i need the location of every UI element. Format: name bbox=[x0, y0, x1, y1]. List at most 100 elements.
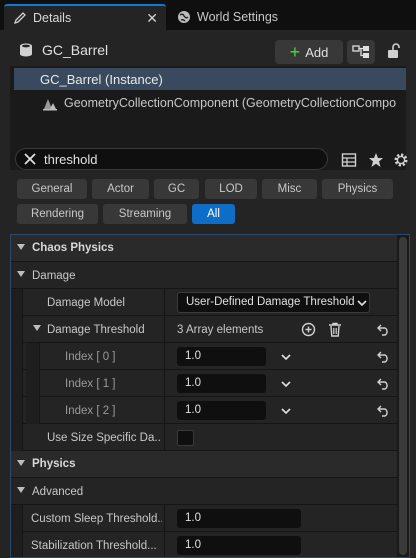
property-index-1: Index [ 1 ] 1.0 bbox=[11, 370, 397, 397]
tab-details[interactable]: Details ✕ bbox=[4, 4, 166, 30]
column-splitter[interactable] bbox=[164, 424, 165, 451]
column-splitter[interactable] bbox=[164, 397, 165, 424]
index-2-value-input[interactable]: 1.0 bbox=[177, 401, 266, 420]
filter-gc-button[interactable]: GC bbox=[154, 179, 199, 199]
category-title: Chaos Physics bbox=[32, 242, 114, 254]
indent-bar bbox=[11, 316, 23, 343]
expand-caret-icon bbox=[17, 244, 25, 250]
property-stabilization-threshold: Stabilization Threshold... 1.0 bbox=[11, 532, 397, 557]
property-damage-model: Damage Model User-Defined Damage Thresho… bbox=[11, 289, 397, 316]
subcategory-title: Damage bbox=[32, 270, 76, 282]
blueprint-button[interactable] bbox=[347, 40, 375, 64]
indent-bar bbox=[26, 370, 40, 397]
filter-streaming-button[interactable]: Streaming bbox=[103, 204, 187, 224]
chevron-down-icon[interactable] bbox=[281, 406, 291, 416]
array-count: 3 Array elements bbox=[177, 324, 264, 336]
category-chaos-physics[interactable]: Chaos Physics bbox=[11, 235, 397, 262]
column-splitter[interactable] bbox=[164, 289, 165, 316]
expand-caret-icon bbox=[17, 271, 25, 277]
reset-to-default-icon[interactable] bbox=[377, 378, 390, 390]
actor-header: GC_Barrel + Add bbox=[0, 34, 416, 64]
add-element-icon[interactable] bbox=[301, 322, 316, 337]
category-title: Physics bbox=[32, 458, 76, 470]
tab-details-label: Details bbox=[33, 11, 72, 25]
actor-name: GC_Barrel bbox=[42, 42, 109, 58]
table-view-icon[interactable] bbox=[341, 152, 357, 168]
pencil-icon bbox=[13, 11, 27, 25]
add-button-label: Add bbox=[305, 44, 329, 60]
favorites-star-icon[interactable] bbox=[368, 152, 384, 168]
reset-to-default-icon[interactable] bbox=[377, 351, 390, 363]
actor-icon bbox=[18, 42, 34, 58]
indent-bar bbox=[11, 397, 23, 424]
column-splitter[interactable] bbox=[164, 370, 165, 397]
indent-bar bbox=[11, 505, 23, 532]
globe-icon bbox=[177, 10, 191, 24]
dropdown-value: User-Defined Damage Threshold bbox=[186, 296, 355, 308]
subcategory-damage[interactable]: Damage bbox=[11, 262, 397, 289]
vertical-scrollbar[interactable] bbox=[399, 237, 407, 555]
category-physics[interactable]: Physics bbox=[11, 451, 397, 478]
geometry-collection-icon bbox=[42, 95, 58, 111]
close-tab-button[interactable]: ✕ bbox=[146, 10, 158, 27]
search-input[interactable] bbox=[44, 151, 304, 167]
expand-caret-icon[interactable] bbox=[33, 325, 41, 331]
column-splitter[interactable] bbox=[164, 532, 165, 557]
indent-bar bbox=[11, 370, 23, 397]
tab-world-settings[interactable]: World Settings bbox=[168, 4, 328, 30]
subcategory-title: Advanced bbox=[32, 486, 84, 498]
index-1-value-input[interactable]: 1.0 bbox=[177, 374, 266, 393]
column-splitter[interactable] bbox=[164, 505, 165, 532]
filter-physics-button[interactable]: Physics bbox=[322, 179, 393, 199]
chevron-down-icon[interactable] bbox=[281, 352, 291, 362]
component-child-row[interactable]: GeometryCollectionComponent (GeometryCol… bbox=[42, 92, 406, 114]
component-child-label: GeometryCollectionComponent (GeometryCol… bbox=[64, 96, 397, 110]
property-label: Stabilization Threshold... bbox=[31, 540, 157, 552]
details-tree: Chaos Physics Damage Damage Model User-D… bbox=[10, 234, 410, 558]
indent-bar bbox=[11, 343, 23, 370]
filter-lod-button[interactable]: LOD bbox=[205, 179, 257, 199]
lock-icon bbox=[388, 43, 400, 58]
add-component-button[interactable]: + Add bbox=[275, 40, 343, 64]
stabilization-threshold-input[interactable]: 1.0 bbox=[177, 536, 301, 555]
delete-all-icon[interactable] bbox=[328, 322, 342, 337]
property-custom-sleep-threshold: Custom Sleep Threshold... 1.0 bbox=[11, 505, 397, 532]
chevron-down-icon[interactable] bbox=[281, 379, 291, 389]
indent-bar bbox=[26, 397, 40, 424]
reset-to-default-icon[interactable] bbox=[377, 405, 390, 417]
property-label: Index [ 0 ] bbox=[65, 351, 116, 363]
component-instance-label: GC_Barrel (Instance) bbox=[40, 71, 163, 87]
column-splitter[interactable] bbox=[164, 343, 165, 370]
details-panel: GC_Barrel + Add GC_Barrel (Instance) Geo… bbox=[0, 30, 416, 558]
indent-bar bbox=[26, 343, 40, 370]
property-use-size-specific: Use Size Specific Da... bbox=[11, 424, 397, 451]
settings-gear-icon[interactable] bbox=[393, 152, 409, 168]
column-splitter[interactable] bbox=[164, 316, 165, 343]
custom-sleep-threshold-input[interactable]: 1.0 bbox=[177, 509, 301, 528]
blueprint-icon bbox=[352, 45, 369, 58]
indent-bar bbox=[11, 424, 23, 451]
filter-actor-button[interactable]: Actor bbox=[92, 179, 149, 199]
component-instance-row[interactable]: GC_Barrel (Instance) bbox=[14, 68, 406, 90]
filter-general-button[interactable]: General bbox=[17, 179, 87, 199]
indent-bar bbox=[11, 289, 23, 316]
lock-button[interactable] bbox=[385, 42, 403, 62]
indent-bar bbox=[11, 532, 23, 557]
property-label: Custom Sleep Threshold... bbox=[31, 513, 162, 525]
search-box[interactable] bbox=[15, 148, 328, 170]
property-label: Index [ 2 ] bbox=[65, 405, 116, 417]
property-label: Use Size Specific Da... bbox=[47, 432, 161, 444]
tab-world-settings-label: World Settings bbox=[197, 10, 279, 24]
use-size-specific-checkbox[interactable] bbox=[177, 430, 194, 446]
property-index-2: Index [ 2 ] 1.0 bbox=[11, 397, 397, 424]
index-0-value-input[interactable]: 1.0 bbox=[177, 347, 266, 366]
filter-all-button[interactable]: All bbox=[192, 204, 235, 224]
property-index-0: Index [ 0 ] 1.0 bbox=[11, 343, 397, 370]
reset-to-default-icon[interactable] bbox=[377, 324, 390, 336]
clear-search-icon[interactable] bbox=[24, 153, 36, 165]
chevron-down-icon bbox=[357, 300, 367, 307]
filter-rendering-button[interactable]: Rendering bbox=[17, 204, 98, 224]
damage-model-dropdown[interactable]: User-Defined Damage Threshold bbox=[177, 292, 370, 313]
subcategory-advanced[interactable]: Advanced bbox=[11, 478, 397, 505]
filter-misc-button[interactable]: Misc bbox=[262, 179, 317, 199]
